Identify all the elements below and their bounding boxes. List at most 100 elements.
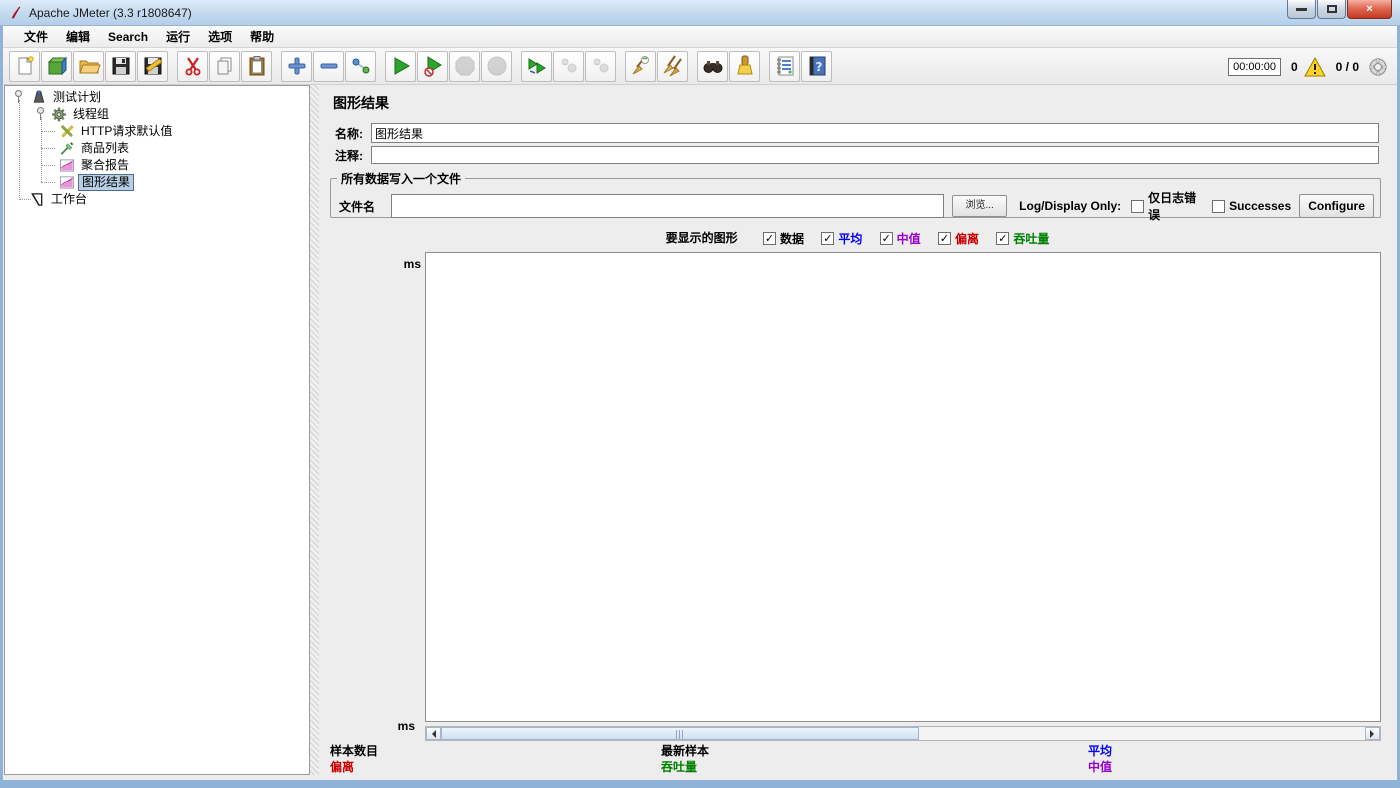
comments-label: 注释: xyxy=(335,148,363,163)
expand-handle-thread-group[interactable] xyxy=(37,107,44,120)
stop-icon xyxy=(455,56,474,76)
search-button[interactable] xyxy=(697,50,728,82)
graph-option-deviation[interactable]: ✓ 偏离 xyxy=(938,230,979,247)
cut-button[interactable] xyxy=(177,50,208,82)
menu-run[interactable]: 运行 xyxy=(157,26,199,47)
remote-stop-all-button[interactable] xyxy=(553,50,584,82)
graph-horizontal-scrollbar[interactable] xyxy=(425,726,1381,741)
remote-start-all-button[interactable] xyxy=(521,50,552,82)
configure-button[interactable]: Configure xyxy=(1299,194,1374,218)
templates-icon xyxy=(47,56,67,76)
menu-help[interactable]: 帮助 xyxy=(241,26,283,47)
graph-option-average[interactable]: ✓ 平均 xyxy=(821,230,862,247)
arrow-left-icon xyxy=(428,729,436,738)
new-button[interactable] xyxy=(9,50,40,82)
test-plan-tree: 测试计划 线程组 HTTP请求默认值 商品列表 聚合报告 图形结果 工作台 xyxy=(4,85,310,775)
graph-option-label: 吞吐量 xyxy=(1013,232,1050,246)
search-reset-brush-icon xyxy=(736,55,753,75)
help-button[interactable]: ? xyxy=(801,50,832,82)
tree-item-label: 商品列表 xyxy=(81,141,130,155)
filename-label: 文件名 xyxy=(339,199,376,214)
graph-option-throughput[interactable]: ✓ 吞吐量 xyxy=(996,230,1049,247)
shutdown-button[interactable] xyxy=(481,50,512,82)
tree-item-graph-results[interactable]: 图形结果 xyxy=(59,174,135,191)
tree-splitter[interactable] xyxy=(310,85,319,775)
browse-button[interactable]: 浏览... xyxy=(952,195,1008,217)
toggle-button[interactable] xyxy=(345,50,376,82)
remote-shutdown-all-button[interactable] xyxy=(585,50,616,82)
start-button[interactable] xyxy=(385,50,416,82)
errors-only-label: 仅日志错误 xyxy=(1148,191,1197,222)
close-icon: × xyxy=(1366,3,1373,15)
y-axis-unit-top: ms xyxy=(403,257,421,271)
graph-option-data[interactable]: ✓ 数据 xyxy=(762,230,804,247)
add-button[interactable] xyxy=(281,50,312,82)
expand-handle-test-plan[interactable] xyxy=(15,90,22,103)
remove-button[interactable] xyxy=(313,50,344,82)
tree-connector xyxy=(41,148,55,149)
maximize-button[interactable] xyxy=(1317,0,1346,19)
graph-option-median[interactable]: ✓ 中值 xyxy=(879,230,921,247)
paste-clipboard-icon xyxy=(249,56,264,76)
save-button[interactable] xyxy=(105,50,136,82)
paste-button[interactable] xyxy=(241,50,272,82)
errors-only-checkbox[interactable]: 仅日志错误 xyxy=(1131,189,1204,223)
start-no-timers-icon xyxy=(423,56,442,77)
thread-group-gear-icon xyxy=(52,107,66,122)
minimize-icon xyxy=(1296,7,1307,11)
tree-item-aggregate-report[interactable]: 聚合报告 xyxy=(59,157,132,174)
graphs-to-display-label: 要显示的图形 xyxy=(665,231,738,245)
remote-stop-all-icon xyxy=(561,58,576,73)
help-book-icon: ? xyxy=(809,56,825,76)
start-icon xyxy=(394,57,410,75)
tree-item-http-defaults[interactable]: HTTP请求默认值 xyxy=(59,123,175,140)
close-button[interactable]: × xyxy=(1347,0,1392,19)
graph-option-label: 偏离 xyxy=(955,232,980,246)
scrollbar-thumb[interactable] xyxy=(441,727,919,740)
scroll-left-button[interactable] xyxy=(426,727,441,740)
menu-edit[interactable]: 编辑 xyxy=(57,26,99,47)
minimize-button[interactable] xyxy=(1287,0,1316,19)
scroll-right-button[interactable] xyxy=(1365,727,1380,740)
save-as-button[interactable] xyxy=(137,50,168,82)
tree-connector xyxy=(41,182,55,183)
successes-checkbox[interactable]: Successes xyxy=(1212,199,1291,213)
name-label: 名称: xyxy=(335,126,363,141)
successes-label: Successes xyxy=(1229,199,1292,213)
tree-item-test-plan[interactable]: 测试计划 xyxy=(31,89,104,106)
name-input[interactable] xyxy=(371,123,1379,143)
elapsed-timer: 00:00:00 xyxy=(1228,57,1281,76)
remote-shutdown-all-icon xyxy=(593,58,608,73)
menu-file[interactable]: 文件 xyxy=(15,26,57,47)
stop-button[interactable] xyxy=(449,50,480,82)
tree-item-http-sampler[interactable]: 商品列表 xyxy=(59,140,132,157)
tree-item-workbench[interactable]: 工作台 xyxy=(29,191,90,208)
clear-button[interactable] xyxy=(625,50,656,82)
clear-all-button[interactable] xyxy=(657,50,688,82)
error-indicator[interactable]: 0 xyxy=(1291,56,1326,77)
menu-search[interactable]: Search xyxy=(99,28,157,46)
checkbox-checked-icon: ✓ xyxy=(879,232,893,245)
maximize-icon xyxy=(1326,5,1337,13)
tree-item-thread-group[interactable]: 线程组 xyxy=(51,106,112,123)
menu-options[interactable]: 选项 xyxy=(199,26,241,47)
start-no-timers-button[interactable] xyxy=(417,50,448,82)
clear-broom-icon xyxy=(632,56,649,75)
svg-text:?: ? xyxy=(815,60,822,74)
legend-median: 中值 xyxy=(1088,760,1113,774)
templates-button[interactable] xyxy=(41,50,72,82)
graph-plot-area xyxy=(425,252,1381,722)
filename-input[interactable] xyxy=(391,194,945,218)
checkbox-icon xyxy=(1212,199,1226,213)
write-results-legend: 所有数据写入一个文件 xyxy=(341,172,462,186)
open-button[interactable] xyxy=(73,50,104,82)
cut-scissors-icon xyxy=(185,57,200,76)
copy-button[interactable] xyxy=(209,50,240,82)
panel-title: 图形结果 xyxy=(333,95,389,111)
menu-bar: 文件 编辑 Search 运行 选项 帮助 xyxy=(3,26,1397,48)
graph-option-label: 平均 xyxy=(838,232,863,246)
search-reset-button[interactable] xyxy=(729,50,760,82)
function-helper-button[interactable] xyxy=(769,50,800,82)
comments-input[interactable] xyxy=(371,146,1379,164)
toolbar: ? 00:00:00 0 0 / 0 xyxy=(3,48,1397,85)
